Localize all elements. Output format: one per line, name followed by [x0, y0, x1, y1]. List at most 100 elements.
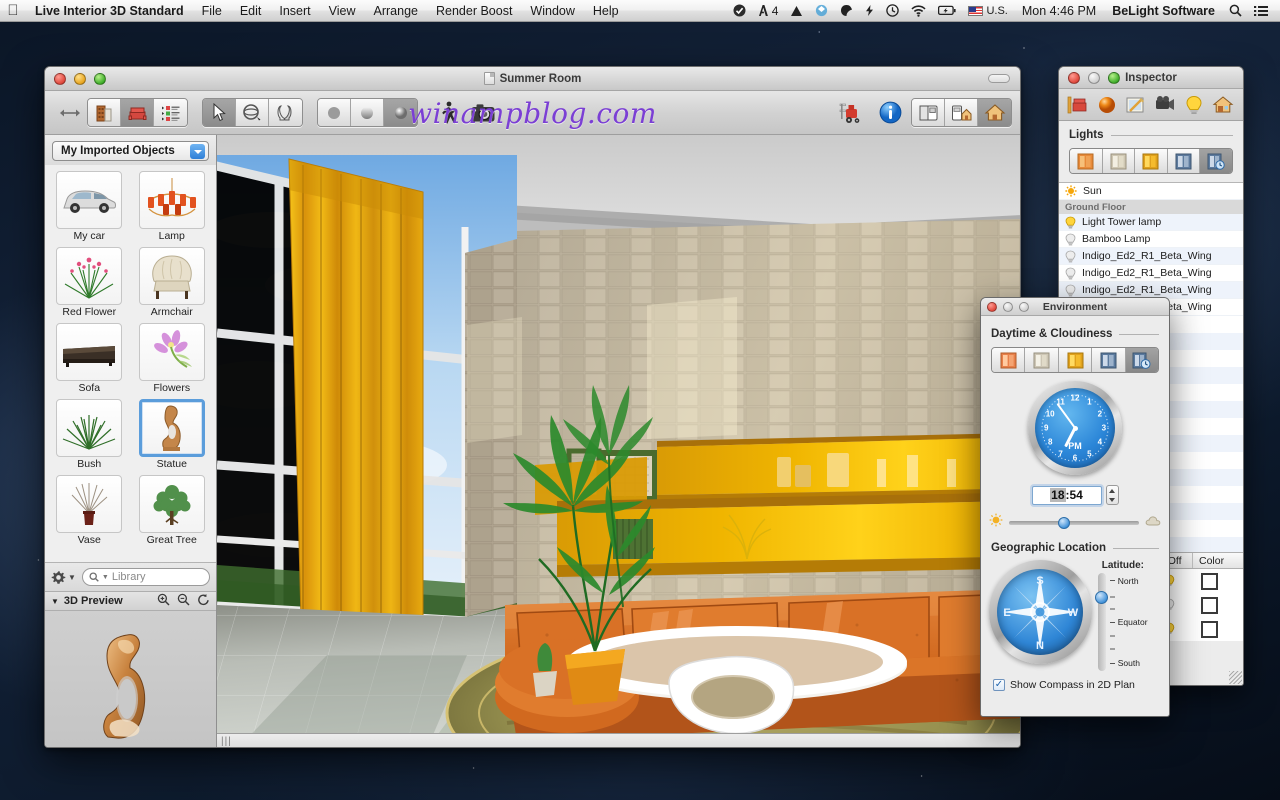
list-item-selected[interactable]: Statue [132, 399, 213, 473]
armchair-thumb[interactable] [138, 247, 205, 305]
latitude-slider-knob[interactable] [1095, 590, 1109, 604]
preset-neutral[interactable] [1102, 149, 1136, 173]
resize-arrows-icon[interactable] [53, 98, 87, 128]
color-swatch[interactable] [1201, 572, 1218, 590]
menu-bar-clock[interactable]: Mon 4:46 PM [1014, 4, 1104, 18]
forklift-import-icon[interactable] [835, 98, 869, 128]
elevation-view-icon[interactable] [945, 99, 978, 126]
search-input[interactable]: ▼ Library [81, 568, 210, 586]
walk-tool[interactable] [269, 99, 302, 126]
camera-tab[interactable] [1151, 92, 1178, 117]
orbit-tool[interactable] [236, 99, 269, 126]
rotate-icon[interactable] [197, 593, 210, 609]
list-item[interactable]: Indigo_Ed2_R1_Beta_Wing [1059, 248, 1243, 265]
cloudiness-slider[interactable] [1009, 516, 1139, 529]
stepper-down-arrow[interactable] [1109, 497, 1115, 502]
list-icon[interactable] [1248, 5, 1274, 17]
column-header-color[interactable]: Color [1193, 553, 1243, 568]
environment-tab[interactable] [1209, 92, 1236, 117]
evernote-icon[interactable] [834, 4, 859, 17]
zoom-in-icon[interactable] [157, 593, 170, 609]
3d-preview-canvas[interactable] [45, 611, 216, 747]
list-item[interactable]: Light Tower lamp [1059, 214, 1243, 231]
list-item[interactable]: Sun [1059, 183, 1243, 200]
library-category-popup[interactable]: My Imported Objects [52, 141, 209, 161]
time-stepper[interactable] [1105, 485, 1119, 505]
show-compass-checkbox[interactable]: ✓ [993, 679, 1005, 691]
time-minutes[interactable]: 54 [1070, 488, 1083, 502]
red-flower-thumb[interactable] [56, 247, 123, 305]
preview-section-header[interactable]: ▼ 3D Preview [45, 591, 216, 611]
list-item[interactable]: Flowers [132, 323, 213, 397]
gear-icon[interactable]: ▼ [51, 570, 76, 585]
tree-thumb[interactable] [138, 475, 205, 533]
apple-menu-icon[interactable]:  [0, 3, 26, 18]
preset-overcast[interactable] [1025, 348, 1059, 372]
compass-dial[interactable]: S N E W [989, 560, 1092, 664]
preset-sunrise[interactable] [992, 348, 1026, 372]
statue-thumb[interactable] [138, 399, 205, 457]
show-compass-row[interactable]: ✓ Show Compass in 2D Plan [981, 671, 1169, 691]
home-view-icon[interactable] [978, 99, 1011, 126]
inspector-resize-grip[interactable] [1229, 671, 1242, 684]
toolbar-toggle-button[interactable] [988, 74, 1010, 83]
list-view-icon[interactable] [154, 99, 187, 126]
preset-night[interactable] [1092, 348, 1126, 372]
preset-time[interactable] [1200, 149, 1232, 173]
chevron-down-icon[interactable] [190, 144, 205, 159]
window-title-bar[interactable]: Summer Room [45, 67, 1020, 91]
info-icon[interactable] [873, 98, 907, 128]
preset-midday[interactable] [1058, 348, 1093, 372]
list-item[interactable]: Sofa [49, 323, 130, 397]
solid-shading-icon[interactable] [318, 99, 351, 126]
menu-view[interactable]: View [320, 0, 365, 22]
menu-render-boost[interactable]: Render Boost [427, 0, 521, 22]
gradient-shading-icon[interactable] [351, 99, 384, 126]
resize-grip-icon[interactable]: ||| [221, 736, 232, 747]
bush-thumb[interactable] [56, 399, 123, 457]
texture-tab[interactable] [1122, 92, 1149, 117]
menu-app-name[interactable]: Live Interior 3D Standard [26, 0, 193, 22]
list-item[interactable]: Indigo_Ed2_R1_Beta_Wing [1059, 265, 1243, 282]
preset-sunny[interactable] [1135, 149, 1168, 173]
arrow-select-tool[interactable] [203, 99, 236, 126]
list-item[interactable]: Vase [49, 475, 130, 549]
menu-edit[interactable]: Edit [231, 0, 271, 22]
menu-insert[interactable]: Insert [270, 0, 319, 22]
list-item[interactable]: Bamboo Lamp [1059, 231, 1243, 248]
wifi-icon[interactable] [905, 4, 932, 17]
flash-icon[interactable] [859, 4, 880, 17]
vase-thumb[interactable] [56, 475, 123, 533]
color-swatch[interactable] [1201, 620, 1218, 638]
adobe-status-icon[interactable]: 4 [752, 0, 785, 22]
list-item[interactable]: Great Tree [132, 475, 213, 549]
list-item[interactable]: Lamp [132, 171, 213, 245]
dropbox-icon[interactable] [809, 4, 834, 17]
menu-window[interactable]: Window [521, 0, 583, 22]
3d-viewport[interactable]: ||| [217, 135, 1020, 747]
search-icon[interactable] [1223, 4, 1248, 17]
flowers-thumb[interactable] [138, 323, 205, 381]
list-item[interactable]: Red Flower [49, 247, 130, 321]
light-tab[interactable] [1180, 92, 1207, 117]
time-input[interactable]: 18:54 [1031, 485, 1102, 505]
analog-clock[interactable]: 12 1 2 3 4 5 6 7 8 9 10 11 PM [1028, 381, 1122, 475]
preset-custom-time[interactable] [1125, 348, 1158, 372]
disclosure-triangle-icon[interactable]: ▼ [51, 597, 59, 606]
object-tab[interactable] [1064, 92, 1091, 117]
battery-icon[interactable] [932, 5, 962, 16]
environment-title-bar[interactable]: Environment [981, 298, 1169, 316]
list-item[interactable]: My car [49, 171, 130, 245]
menu-bar-user[interactable]: BeLight Software [1104, 4, 1223, 18]
car-thumb[interactable] [56, 171, 123, 229]
sofa-thumb[interactable] [56, 323, 123, 381]
cloudiness-slider-knob[interactable] [1057, 516, 1070, 529]
color-swatch[interactable] [1201, 596, 1218, 614]
menu-help[interactable]: Help [584, 0, 628, 22]
latitude-slider[interactable] [1095, 573, 1109, 671]
building-2d-icon[interactable] [88, 99, 121, 126]
preset-cool[interactable] [1167, 149, 1201, 173]
input-source-indicator[interactable]: U.S. [962, 0, 1013, 22]
chandelier-thumb[interactable] [138, 171, 205, 229]
split-view-icon[interactable] [912, 99, 945, 126]
